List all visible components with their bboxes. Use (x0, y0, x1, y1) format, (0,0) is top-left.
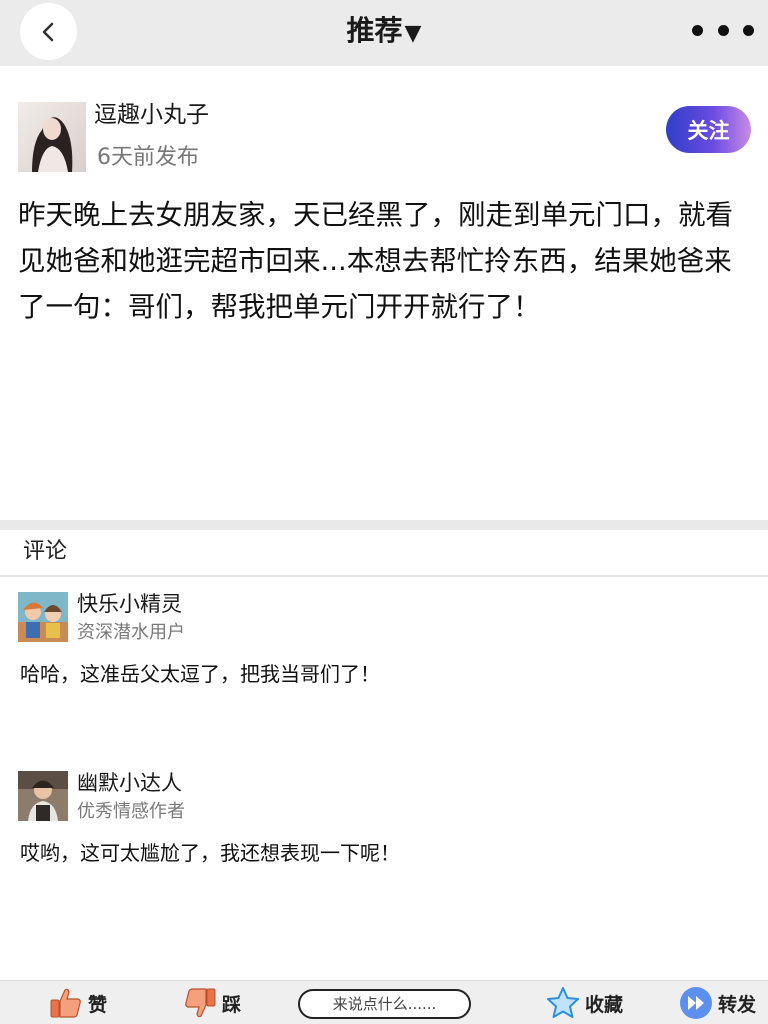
more-button[interactable] (692, 18, 754, 42)
commenter-name[interactable]: 幽默小达人 (77, 769, 182, 797)
dislike-label: 踩 (222, 993, 242, 1016)
favorite-button[interactable]: 收藏 (545, 981, 623, 1024)
author-avatar[interactable] (18, 102, 86, 172)
feed-selector[interactable]: 推荐▼ (0, 12, 768, 53)
more-dots-icon (743, 24, 754, 36)
post-content: 昨天晚上去女朋友家，天已经黑了，刚走到单元门口，就看见她爸和她逛完超市回来...… (18, 199, 733, 323)
more-dots-icon (692, 24, 703, 36)
share-label: 转发 (718, 993, 757, 1016)
comment-text: 哈哈，这准岳父太逗了，把我当哥们了！ (20, 662, 380, 686)
forward-icon (680, 987, 712, 1019)
dislike-button[interactable]: 踩 (182, 981, 241, 1024)
thumbs-up-icon (50, 988, 81, 1018)
comments-divider (0, 575, 768, 577)
commenter-avatar[interactable] (18, 771, 68, 821)
commenter-name[interactable]: 快乐小精灵 (77, 590, 182, 618)
post-timestamp: 6天前发布 (97, 145, 199, 170)
top-nav-bar: 推荐▼ (0, 0, 768, 66)
page-title: 推荐 (346, 14, 403, 47)
like-label: 赞 (88, 993, 108, 1016)
comment-text: 哎哟，这可太尴尬了，我还想表现一下呢！ (20, 841, 400, 865)
star-icon (547, 987, 579, 1018)
commenter-avatar[interactable] (18, 592, 68, 642)
comments-heading: 评论 (23, 539, 68, 564)
section-divider (0, 520, 768, 530)
author-name[interactable]: 逗趣小丸子 (94, 99, 209, 131)
share-button[interactable]: 转发 (678, 981, 756, 1024)
commenter-role: 优秀情感作者 (77, 801, 185, 822)
favorite-label: 收藏 (585, 993, 624, 1016)
more-dots-icon (717, 24, 729, 36)
follow-button[interactable]: 关注 (666, 106, 751, 153)
dropdown-caret-icon: ▼ (404, 21, 422, 46)
thumbs-down-icon (185, 988, 216, 1018)
like-button[interactable]: 赞 (48, 981, 107, 1024)
commenter-role: 资深潜水用户 (77, 622, 185, 643)
comment-input[interactable] (298, 989, 471, 1019)
bottom-action-bar: 赞 踩 收藏 转发 (0, 980, 768, 1024)
